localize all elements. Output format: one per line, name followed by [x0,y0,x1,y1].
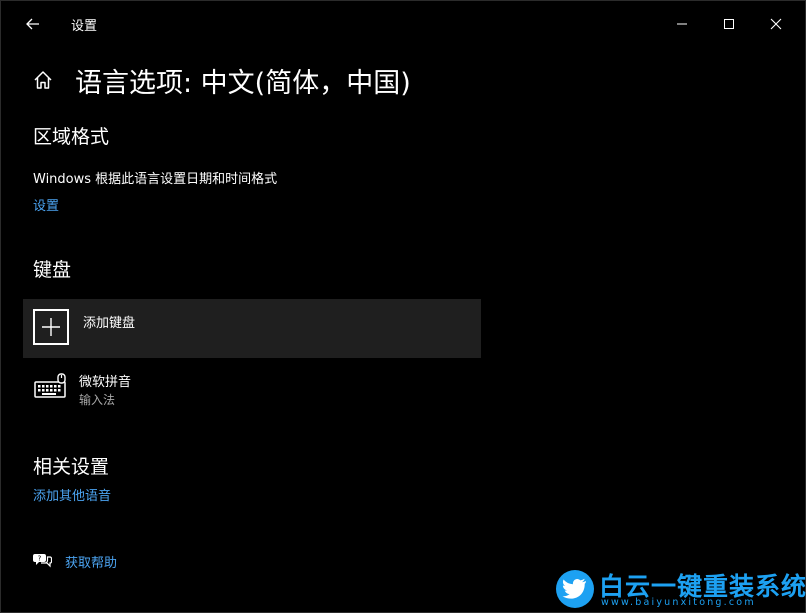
watermark-url: www.baiyunxitong.com [601,597,756,608]
back-arrow-icon [26,18,39,30]
minimize-button[interactable] [659,9,705,39]
back-button[interactable] [17,10,49,38]
plus-icon [33,309,69,345]
region-settings-link[interactable]: 设置 [33,195,59,214]
get-help-link[interactable]: 获取帮助 [65,552,117,571]
watermark: 白云一键重装系统 www.baiyunxitong.com [554,566,806,612]
svg-text:?: ? [38,555,42,563]
related-settings-heading: 相关设置 [33,456,110,478]
maximize-icon [724,19,734,29]
minimize-icon [677,23,687,25]
settings-window: 设置 语言选项: 中文(简体，中国) 区域格式 Windows 根据此语言设置日… [0,0,806,613]
window-title: 设置 [71,19,98,34]
home-icon [34,71,52,89]
region-format-heading: 区域格式 [33,126,110,148]
add-language-link[interactable]: 添加其他语音 [33,485,111,504]
close-button[interactable] [753,9,799,39]
keyboard-heading: 键盘 [33,259,72,281]
keyboard-item-name: 微软拼音 [79,375,132,390]
home-button[interactable] [32,69,54,91]
bird-logo-icon [556,570,594,608]
add-keyboard-button[interactable]: 添加键盘 [23,299,481,358]
keyboard-icon [34,373,68,399]
close-icon [770,18,782,30]
keyboard-item-subtitle: 输入法 [79,393,116,407]
help-chat-icon: ? [32,551,53,571]
page-title: 语言选项: 中文(简体，中国) [75,68,411,99]
keyboard-list-item[interactable]: 微软拼音 输入法 [23,366,481,412]
maximize-button[interactable] [706,9,752,39]
region-format-description: Windows 根据此语言设置日期和时间格式 [33,172,278,187]
add-keyboard-label: 添加键盘 [83,316,136,331]
title-bar: 设置 [1,1,805,45]
